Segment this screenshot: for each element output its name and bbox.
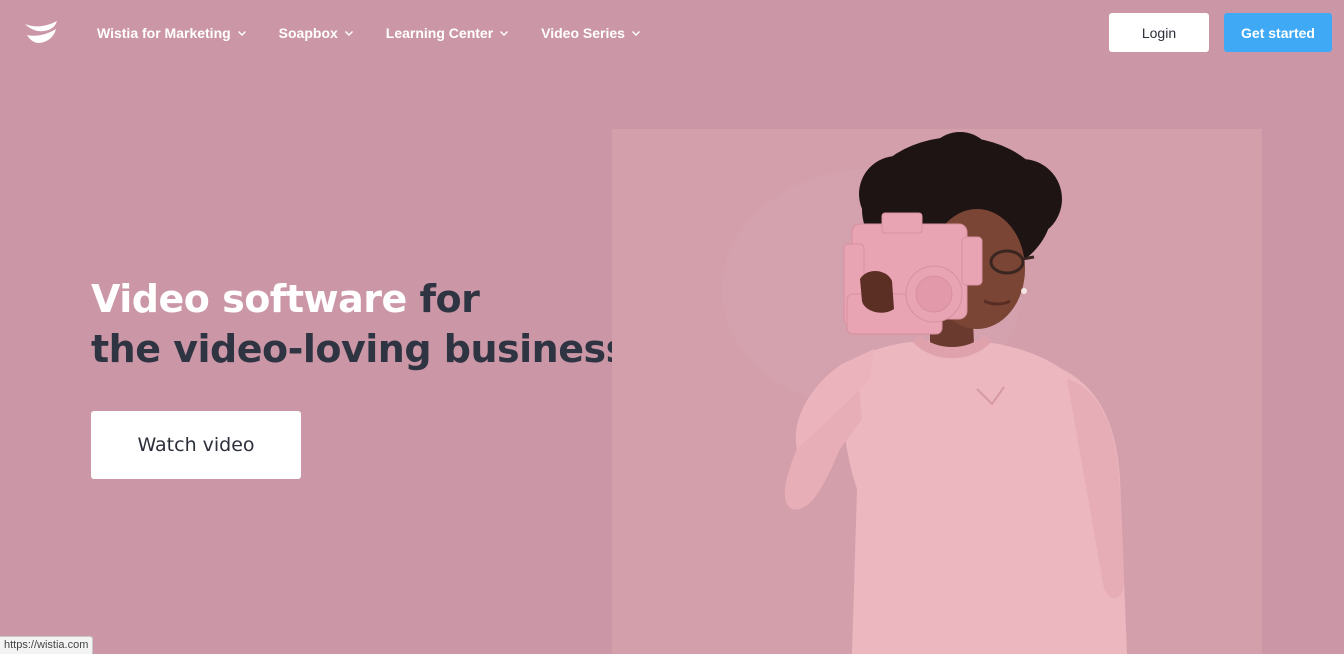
nav-item-soapbox[interactable]: Soapbox — [279, 22, 354, 44]
headline-line-1-rest: for — [406, 277, 480, 321]
wistia-logo-icon[interactable] — [24, 20, 58, 46]
main-nav: Wistia for Marketing Soapbox Learning Ce… — [97, 22, 673, 44]
chevron-down-icon — [499, 28, 509, 38]
headline-line-1: Video software for — [91, 274, 611, 324]
nav-item-wistia-for-marketing[interactable]: Wistia for Marketing — [97, 22, 247, 44]
nav-item-video-series[interactable]: Video Series — [541, 22, 641, 44]
chevron-down-icon — [344, 28, 354, 38]
status-bar-url: https://wistia.com — [0, 636, 94, 654]
page: Wistia for Marketing Soapbox Learning Ce… — [0, 0, 1344, 654]
get-started-button[interactable]: Get started — [1224, 13, 1332, 52]
watch-video-button[interactable]: Watch video — [91, 411, 301, 479]
nav-item-learning-center[interactable]: Learning Center — [386, 22, 509, 44]
chevron-down-icon — [631, 28, 641, 38]
chevron-down-icon — [237, 28, 247, 38]
site-header: Wistia for Marketing Soapbox Learning Ce… — [0, 0, 1344, 66]
woman-with-camera-image — [722, 132, 1127, 654]
nav-item-label: Video Series — [541, 25, 625, 41]
hero-video-thumbnail[interactable] — [612, 129, 1262, 654]
hero-headline: Video software for the video-loving busi… — [91, 274, 628, 374]
login-button[interactable]: Login — [1109, 13, 1209, 52]
nav-item-label: Learning Center — [385, 25, 494, 41]
headline-line-2: the video-loving business — [91, 327, 628, 371]
headline-highlight: Video software — [91, 277, 407, 321]
nav-item-label: Wistia for Marketing — [97, 25, 231, 41]
nav-item-label: Soapbox — [278, 25, 338, 41]
